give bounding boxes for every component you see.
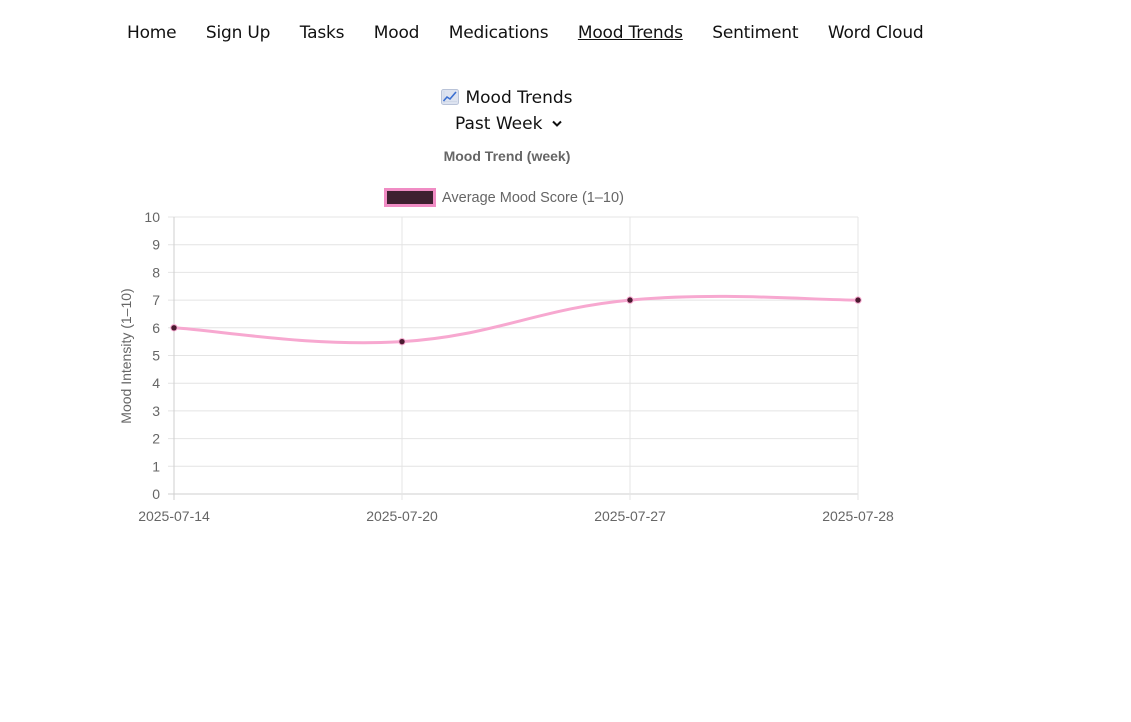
x-tick-label: 2025-07-20 [366, 508, 438, 524]
data-point[interactable] [854, 296, 862, 304]
y-axis-ticks: 0 1 2 3 4 5 6 7 8 9 10 [144, 209, 160, 502]
y-tick-label: 9 [152, 237, 160, 253]
x-tick-label: 2025-07-27 [594, 508, 666, 524]
y-tick-label: 4 [152, 375, 160, 391]
data-point[interactable] [398, 337, 406, 346]
y-tick-label: 6 [152, 320, 160, 336]
series-line-average-mood [173, 294, 859, 345]
chart-title: Mood Trend (week) [444, 148, 571, 164]
y-tick-label: 8 [152, 264, 160, 280]
y-tick-label: 7 [152, 292, 160, 308]
legend-label: Average Mood Score (1–10) [442, 190, 624, 206]
x-tick-label: 2025-07-28 [822, 508, 894, 524]
y-tick-label: 5 [152, 348, 160, 364]
y-tick-label: 0 [152, 486, 160, 502]
y-axis-title: Mood Intensity (1–10) [118, 288, 134, 423]
data-point[interactable] [626, 296, 634, 304]
data-point[interactable] [170, 324, 178, 332]
y-tick-label: 2 [152, 431, 160, 447]
y-tick-label: 1 [152, 458, 160, 474]
y-tick-label: 10 [144, 209, 160, 225]
chart-grid [168, 216, 859, 500]
legend-swatch [384, 188, 436, 207]
y-tick-label: 3 [152, 403, 160, 419]
chart-legend[interactable]: Average Mood Score (1–10) [384, 188, 624, 207]
mood-trend-chart: Mood Trend (week) Average Mood Score (1–… [118, 148, 894, 524]
x-axis-ticks: 2025-07-14 2025-07-20 2025-07-27 2025-07-28 [138, 508, 894, 524]
x-tick-label: 2025-07-14 [138, 508, 210, 524]
